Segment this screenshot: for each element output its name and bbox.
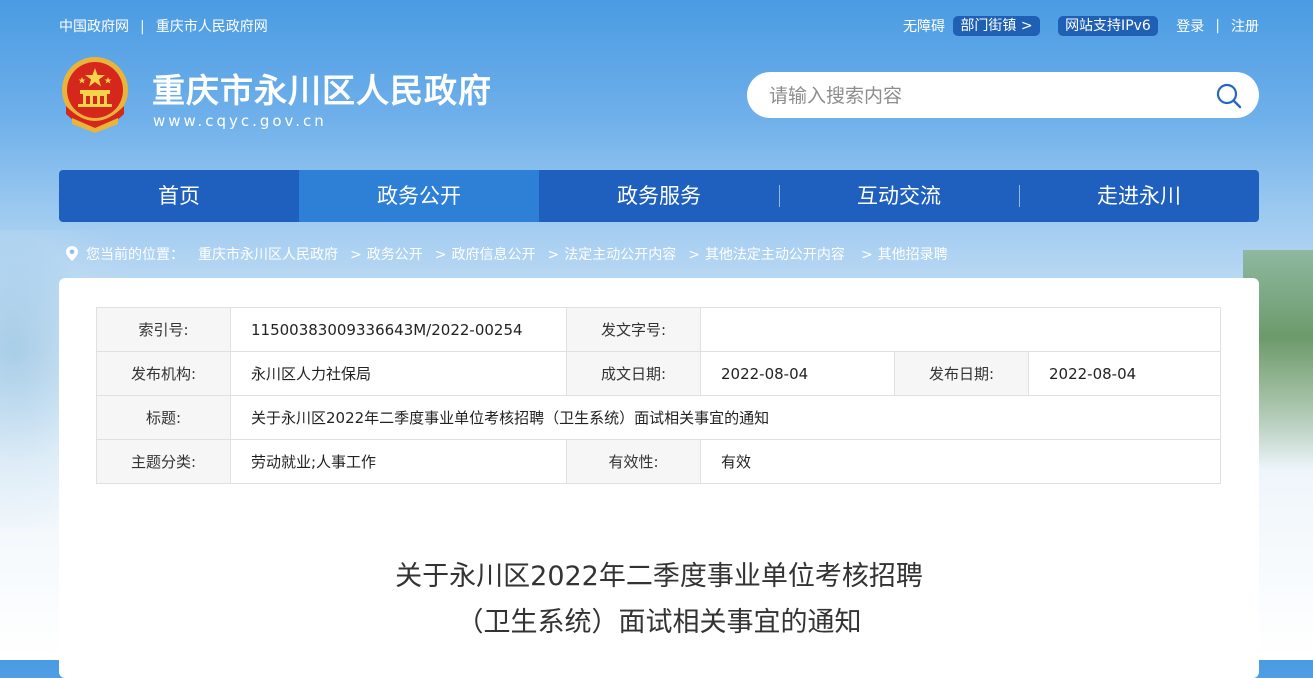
table-row: 索引号: 11500383009336643M/2022-00254 发文字号: bbox=[96, 307, 1221, 352]
breadcrumb-item-current[interactable]: 其他招录聘 bbox=[878, 247, 948, 263]
search-box bbox=[747, 72, 1259, 118]
index-label: 索引号: bbox=[96, 307, 231, 352]
site-title[interactable]: 重庆市永川区人民政府 bbox=[152, 64, 492, 112]
breadcrumb-separator: > bbox=[547, 247, 560, 263]
national-emblem-logo[interactable] bbox=[58, 56, 132, 134]
nav-government-affairs-disclosure[interactable]: 政务公开 bbox=[299, 170, 539, 222]
breadcrumb-item[interactable]: 政府信息公开 bbox=[451, 247, 535, 263]
validity-label: 有效性: bbox=[566, 439, 701, 484]
article-title-line: （卫生系统）面试相关事宜的通知 bbox=[456, 607, 862, 638]
breadcrumb: 您当前的位置： 重庆市永川区人民政府 > 政务公开 > 政府信息公开 > 法定主动公开内容 > 其… bbox=[66, 244, 948, 265]
divider: | bbox=[140, 19, 145, 35]
divider: | bbox=[1215, 18, 1220, 34]
breadcrumb-separator: > bbox=[434, 247, 447, 263]
nav-interaction[interactable]: 互动交流 bbox=[779, 170, 1019, 222]
org-value: 永川区人力社保局 bbox=[230, 351, 567, 396]
accessibility-link[interactable]: 无障碍 bbox=[903, 19, 945, 35]
validity-value: 有效 bbox=[700, 439, 1221, 484]
site-url: www.cqyc.gov.cn bbox=[153, 112, 327, 130]
breadcrumb-item[interactable]: 其他法定主动公开内容 bbox=[705, 247, 845, 263]
title-value: 关于永川区2022年二季度事业单位考核招聘（卫生系统）面试相关事宜的通知 bbox=[230, 395, 1221, 440]
breadcrumb-item[interactable]: 重庆市永川区人民政府 bbox=[198, 247, 338, 263]
register-link[interactable]: 注册 bbox=[1231, 19, 1259, 35]
breadcrumb-separator: > bbox=[860, 247, 873, 263]
dept-street-button[interactable]: 部门街镇 > bbox=[953, 16, 1040, 36]
login-link[interactable]: 登录 bbox=[1176, 19, 1204, 35]
nav-about-yongchuan[interactable]: 走进永川 bbox=[1019, 170, 1259, 222]
org-label: 发布机构: bbox=[96, 351, 231, 396]
published-date-value: 2022-08-04 bbox=[1028, 351, 1221, 396]
title-label: 标题: bbox=[96, 395, 231, 440]
link-china-gov[interactable]: 中国政府网 bbox=[59, 16, 129, 36]
breadcrumb-item[interactable]: 政务公开 bbox=[367, 247, 423, 263]
article-title-line: 关于永川区2022年二季度事业单位考核招聘 bbox=[395, 561, 923, 592]
published-date-label: 发布日期: bbox=[894, 351, 1029, 396]
topic-value: 劳动就业;人事工作 bbox=[230, 439, 567, 484]
table-row: 发布机构: 永川区人力社保局 成文日期: 2022-08-04 发布日期: 20… bbox=[96, 351, 1221, 396]
link-chongqing-gov[interactable]: 重庆市人民政府网 bbox=[156, 16, 268, 36]
topic-label: 主题分类: bbox=[96, 439, 231, 484]
nav-home[interactable]: 首页 bbox=[59, 170, 299, 222]
location-pin-icon bbox=[66, 246, 78, 265]
index-value: 11500383009336643M/2022-00254 bbox=[230, 307, 567, 352]
breadcrumb-item[interactable]: 法定主动公开内容 bbox=[564, 247, 676, 263]
breadcrumb-label: 您当前的位置： bbox=[86, 247, 184, 263]
ipv6-badge: 网站支持IPv6 bbox=[1058, 16, 1158, 36]
table-row: 主题分类: 劳动就业;人事工作 有效性: 有效 bbox=[96, 439, 1221, 484]
search-icon[interactable] bbox=[1215, 82, 1243, 110]
nav-government-services[interactable]: 政务服务 bbox=[539, 170, 779, 222]
created-date-label: 成文日期: bbox=[566, 351, 701, 396]
table-row: 标题: 关于永川区2022年二季度事业单位考核招聘（卫生系统）面试相关事宜的通知 bbox=[96, 395, 1221, 440]
document-meta-table: 索引号: 11500383009336643M/2022-00254 发文字号:… bbox=[96, 307, 1221, 484]
created-date-value: 2022-08-04 bbox=[700, 351, 895, 396]
top-utility-bar: 中国政府网 | 重庆市人民政府网 无障碍 部门街镇 > 网站支持IPv6 登录 | 注册 bbox=[59, 16, 1259, 38]
article-title: 关于永川区2022年二季度事业单位考核招聘 （卫生系统）面试相关事宜的通知 bbox=[59, 554, 1259, 646]
docno-value bbox=[700, 307, 1221, 352]
content-panel: 索引号: 11500383009336643M/2022-00254 发文字号:… bbox=[59, 278, 1259, 678]
docno-label: 发文字号: bbox=[566, 307, 701, 352]
breadcrumb-separator: > bbox=[688, 247, 700, 263]
main-nav: 首页 政务公开 政务服务 互动交流 走进永川 bbox=[59, 170, 1259, 222]
breadcrumb-separator: > bbox=[350, 247, 362, 263]
search-input[interactable] bbox=[767, 81, 1201, 111]
